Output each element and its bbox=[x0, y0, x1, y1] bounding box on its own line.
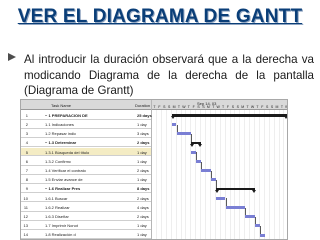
task-row[interactable]: 10 1.6.1 Buscar 2 days bbox=[21, 194, 151, 203]
summary-bar[interactable] bbox=[214, 187, 257, 192]
timescale-gridline bbox=[195, 110, 197, 239]
timescale-gridline bbox=[273, 110, 275, 239]
task-name: 1.8 Realización d bbox=[45, 232, 76, 238]
timescale-gridline bbox=[160, 110, 162, 239]
task-number: 11 bbox=[23, 204, 28, 210]
timescale-gridline bbox=[205, 110, 206, 239]
task-row[interactable]: 11 1.6.2 Realizar 4 days bbox=[21, 203, 151, 212]
task-row[interactable]: 5 1.3.1 Búsqueda del título 1 day bbox=[21, 147, 151, 157]
summary-bar[interactable] bbox=[170, 114, 287, 119]
task-bar[interactable] bbox=[259, 233, 265, 237]
timescale-day: W bbox=[284, 105, 287, 109]
task-name: 1.5 Enviar avance de bbox=[45, 177, 83, 183]
timescale-gridline bbox=[258, 110, 260, 239]
timescale-gridline bbox=[156, 110, 157, 239]
task-bar[interactable] bbox=[201, 169, 211, 173]
timescale-gridline bbox=[244, 110, 246, 239]
task-duration: 1 day bbox=[137, 149, 147, 155]
bullet-text: Al introducir la duración observará que … bbox=[24, 53, 314, 98]
task-duration: 1 day bbox=[137, 121, 147, 127]
task-number: 5 bbox=[25, 149, 28, 155]
timescale-gridline bbox=[200, 110, 202, 239]
task-row[interactable]: 9 − 1.6 Realizar Pres 8 days bbox=[21, 185, 151, 194]
task-duration: 2 days bbox=[137, 140, 150, 146]
task-row[interactable]: 7 1.4 Verificar el contrato 2 days bbox=[21, 166, 151, 175]
timescale-gridline bbox=[278, 110, 280, 239]
task-duration: 2 days bbox=[137, 167, 149, 173]
task-number: 13 bbox=[23, 223, 28, 229]
task-number: 4 bbox=[25, 140, 28, 146]
task-number: 7 bbox=[25, 167, 28, 173]
task-row[interactable]: 13 1.7 Imprimir Nonot 1 day bbox=[21, 221, 151, 231]
timescale-gridline bbox=[249, 110, 251, 239]
task-name: 1.1 Indicaciones bbox=[45, 121, 74, 127]
task-bar[interactable] bbox=[215, 196, 226, 200]
task-bar[interactable] bbox=[176, 132, 192, 136]
task-duration: 4 days bbox=[137, 204, 149, 210]
timescale-gridline bbox=[229, 110, 231, 239]
task-number: 3 bbox=[25, 131, 28, 137]
task-number: 10 bbox=[23, 195, 28, 201]
task-row[interactable]: 14 1.8 Realización d 1 day bbox=[21, 231, 151, 239]
gantt-table-header: Task Name Duration bbox=[21, 100, 151, 110]
task-duration: 1 day bbox=[137, 158, 147, 164]
slide-title: VER EL DIAGRAMA DE GANTT bbox=[17, 6, 303, 27]
summary-bar[interactable] bbox=[190, 141, 202, 146]
task-name: 1.6.1 Buscar bbox=[45, 195, 68, 201]
task-name: 1.6.2 Realizar bbox=[45, 204, 70, 210]
task-number: 2 bbox=[25, 121, 28, 127]
task-duration: 1 day bbox=[137, 177, 147, 183]
timescale-gridline bbox=[185, 110, 187, 239]
slide-bullet-paragraph: Al introducir la duración observará que … bbox=[8, 52, 314, 99]
task-row[interactable]: 1 − 1 PREPARACION DE 25 days bbox=[21, 111, 152, 120]
task-name: 1.6.3 Diseñar bbox=[45, 213, 69, 219]
task-number: 14 bbox=[23, 232, 28, 238]
task-number: 9 bbox=[25, 186, 28, 192]
task-duration: 2 days bbox=[137, 213, 149, 219]
task-name: 1.3.2 Confirmc bbox=[45, 158, 72, 164]
task-name: 1.4 Verificar el contrato bbox=[45, 167, 86, 173]
task-duration: 3 days bbox=[137, 131, 149, 137]
task-row[interactable]: 3 1.2 Repasar indic 3 days bbox=[21, 129, 151, 139]
bullet-arrow-icon bbox=[8, 53, 16, 61]
task-number: 1 bbox=[25, 112, 28, 118]
task-name: − 1 PREPARACION DE bbox=[45, 112, 88, 118]
task-bar[interactable] bbox=[225, 206, 246, 209]
task-duration: 25 days bbox=[137, 112, 152, 118]
task-bar[interactable] bbox=[245, 215, 255, 219]
task-duration: 1 day bbox=[137, 223, 147, 229]
duration-header: Duration bbox=[135, 103, 151, 108]
timescale-gridline bbox=[268, 110, 270, 239]
task-name: 1.7 Imprimir Nonot bbox=[45, 223, 78, 229]
timescale-gridline bbox=[180, 110, 182, 239]
task-row[interactable]: 8 1.5 Enviar avance de 1 day bbox=[21, 175, 151, 185]
task-number: 6 bbox=[25, 158, 28, 164]
task-number: 12 bbox=[23, 213, 28, 219]
task-duration: 1 day bbox=[137, 232, 147, 238]
timescale-gridline bbox=[263, 110, 265, 239]
timescale-gridline bbox=[234, 110, 236, 239]
task-name: 1.3.1 Búsqueda del título bbox=[45, 149, 90, 155]
task-row[interactable]: 2 1.1 Indicaciones 1 day bbox=[21, 120, 151, 129]
task-row[interactable]: 6 1.3.2 Confirmc 1 day bbox=[21, 157, 151, 166]
task-number: 8 bbox=[25, 177, 28, 183]
task-row[interactable]: 4 − 1.3 Determinar 2 days bbox=[21, 139, 151, 148]
timescale-gridline bbox=[239, 110, 241, 239]
task-name: − 1.3 Determinar bbox=[45, 140, 77, 146]
timescale-gridline bbox=[165, 110, 167, 239]
timescale-gridline bbox=[170, 110, 172, 239]
timescale-gridline bbox=[214, 110, 216, 239]
timescale-gridline bbox=[283, 110, 285, 239]
timescale-gridline bbox=[190, 110, 192, 239]
task-row[interactable]: 12 1.6.3 Diseñar 2 days bbox=[21, 212, 151, 221]
timescale-gridline bbox=[224, 110, 226, 239]
task-duration: 2 days bbox=[137, 195, 149, 201]
splitter bbox=[151, 100, 152, 239]
task-name: 1.2 Repasar indic bbox=[45, 131, 77, 137]
gantt-screenshot: Task Name Duration Sep 14, 03 TFSSMTWTFS… bbox=[20, 99, 288, 240]
task-duration: 8 days bbox=[137, 186, 150, 192]
timescale-gridline bbox=[219, 110, 221, 239]
task-name-header: Task Name bbox=[51, 103, 72, 108]
task-name: − 1.6 Realizar Pres bbox=[45, 186, 81, 192]
